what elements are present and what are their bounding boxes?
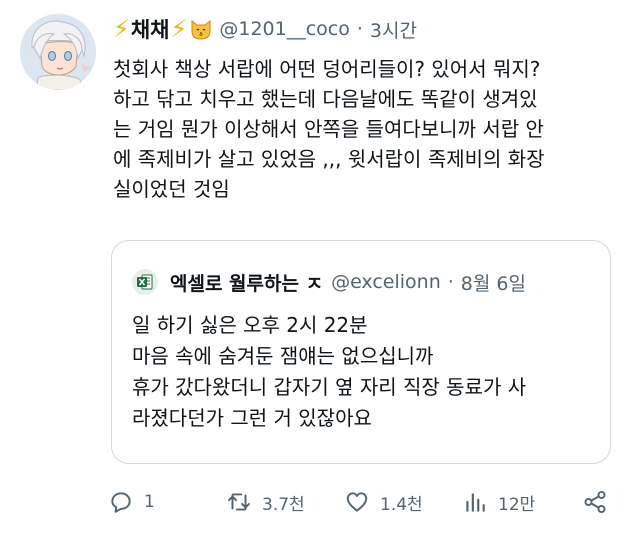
tweet-text-line: 하고 닦고 치우고 했는데 다음날에도 똑같이 생겨있: [113, 87, 538, 111]
separator-dot: ·: [356, 18, 363, 40]
like-button[interactable]: 1.4천: [344, 486, 423, 518]
retweet-count: 3.7천: [262, 494, 305, 515]
quoted-text-line: 라졌다던가 그런 거 있잖아요: [132, 406, 372, 430]
lightning-bolt-icon: ⚡: [113, 15, 130, 43]
quoted-text-line: 휴가 갔다왔더니 갑자기 옆 자리 직장 동료가 사: [132, 375, 527, 399]
user-handle[interactable]: @1201__coco: [219, 18, 350, 40]
tweet: ⚡ 채채 ⚡ @1201__coco · 3시간 첫회사 책상 서랍에 어떤 덩…: [0, 0, 640, 538]
tweet-text-line: 첫회사 책상 서랍에 어떤 덩어리들이? 있어서 뭐지?: [113, 57, 541, 81]
like-count: 1.4천: [380, 494, 423, 515]
share-button[interactable]: [582, 486, 618, 518]
tweet-text-line: 는 거임 뭔가 이상해서 안쪽을 들여다보니까 서랍 안: [113, 117, 544, 141]
timestamp[interactable]: 3시간: [370, 16, 417, 43]
lightning-bolt-icon: ⚡: [170, 15, 188, 43]
tweet-header: ⚡ 채채 ⚡ @1201__coco · 3시간: [113, 12, 417, 46]
tweet-text-line: 에 족제비가 살고 있었음 ,,, 윗서랍이 족제비의 화장: [113, 147, 545, 171]
quoted-display-name[interactable]: 엑셀로 월루하는 ㅈ: [170, 269, 323, 296]
quoted-user-handle[interactable]: @excelionn: [331, 271, 441, 293]
share-icon: [584, 490, 606, 514]
quoted-tweet-text: 일 하기 싫은 오후 2시 22분 마음 속에 숨겨둔 잼얘는 없으십니까 휴가…: [132, 310, 602, 434]
views-count: 12만: [498, 494, 536, 515]
retweet-button[interactable]: 3.7천: [226, 486, 305, 518]
cat-face-icon: [189, 17, 213, 41]
quoted-tweet[interactable]: 엑셀로 월루하는 ㅈ @excelionn · 8월 6일 일 하기 싫은 오후…: [111, 240, 611, 464]
quoted-tweet-header: 엑셀로 월루하는 ㅈ @excelionn · 8월 6일: [132, 267, 592, 297]
separator-dot: ·: [447, 271, 454, 293]
reply-button[interactable]: 1: [108, 486, 155, 518]
quoted-text-line: 마음 속에 숨겨둔 잼얘는 없으십니까: [132, 344, 434, 368]
avatar[interactable]: [20, 14, 96, 90]
views-chart-icon: [466, 493, 485, 512]
quoted-timestamp: 8월 6일: [460, 272, 526, 295]
display-name[interactable]: 채채: [131, 14, 170, 44]
action-bar: 1 3.7천 1.4천 12만: [108, 486, 618, 518]
heart-icon: [346, 492, 368, 512]
retweet-icon: [228, 493, 250, 511]
views-button[interactable]: 12만: [462, 486, 535, 518]
excel-logo-icon[interactable]: [132, 269, 158, 295]
reply-count: 1: [144, 492, 155, 512]
reply-icon: [111, 492, 131, 513]
quoted-text-line: 일 하기 싫은 오후 2시 22분: [132, 313, 368, 337]
tweet-text: 첫회사 책상 서랍에 어떤 덩어리들이? 있어서 뭐지? 하고 닦고 치우고 했…: [113, 54, 623, 204]
tweet-text-line: 실이었던 것임: [113, 177, 230, 201]
